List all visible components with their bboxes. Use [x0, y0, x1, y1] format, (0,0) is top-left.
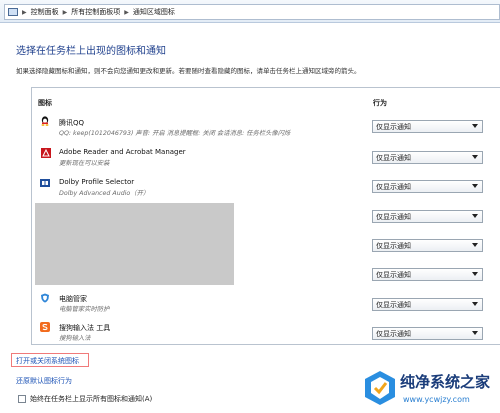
restore-default-behavior-link[interactable]: 还原默认图标行为	[16, 376, 72, 386]
breadcrumb-item-notification-icons[interactable]: 通知区域图标	[133, 7, 175, 17]
behavior-select-row-6[interactable]: 仅显示通知	[372, 268, 483, 281]
watermark: 纯净系统之家 www.ycwjzy.com	[363, 367, 497, 411]
column-header-icon: 图标	[38, 99, 52, 107]
control-panel-icon	[8, 8, 18, 16]
chevron-down-icon	[472, 214, 478, 218]
row-desc-sogou: 搜狗输入法	[59, 335, 91, 342]
breadcrumb-item-all-items[interactable]: 所有控制面板项	[71, 7, 120, 17]
row-desc-qq: QQ: keep(1012046793) 声音: 开启 消息提醒框: 关闭 会话…	[59, 130, 291, 137]
chevron-down-icon	[472, 243, 478, 247]
redacted-rows-area	[35, 203, 234, 285]
watermark-title: 纯净系统之家	[400, 373, 491, 391]
breadcrumb[interactable]: ▶ 控制面板 ▶ 所有控制面板项 ▶ 通知区域图标	[4, 4, 500, 20]
chevron-right-icon: ▶	[22, 8, 27, 16]
row-name-qq: 腾讯QQ	[59, 119, 85, 127]
behavior-select-qq[interactable]: 仅显示通知	[372, 120, 483, 133]
watermark-url: www.ycwjzy.com	[403, 395, 470, 404]
row-name-pc-manager: 电脑管家	[59, 295, 87, 303]
chevron-down-icon	[472, 124, 478, 128]
behavior-select-row-4[interactable]: 仅显示通知	[372, 210, 483, 223]
page-description: 如果选择隐藏图标和通知，则不会向您通知更改和更新。若要随时查看隐藏的图标，请单击…	[16, 67, 361, 75]
chevron-down-icon	[472, 184, 478, 188]
row-desc-adobe: 更新现在可以安装	[59, 160, 110, 167]
row-desc-pc-manager: 电脑管家实时防护	[59, 306, 110, 313]
chevron-down-icon	[472, 302, 478, 306]
always-show-all-label: 始终在任务栏上显示所有图标和通知(A)	[30, 395, 153, 403]
behavior-select-dolby[interactable]: 仅显示通知	[372, 180, 483, 193]
behavior-select-sogou[interactable]: 仅显示通知	[372, 327, 483, 340]
shield-icon	[41, 293, 49, 303]
row-name-dolby: Dolby Profile Selector	[59, 178, 135, 186]
row-name-sogou: 搜狗输入法 工具	[59, 324, 111, 332]
watermark-logo-icon	[365, 371, 395, 405]
sogou-icon	[40, 322, 50, 332]
chevron-down-icon	[472, 331, 478, 335]
qq-icon	[41, 116, 49, 126]
chevron-right-icon: ▶	[62, 8, 68, 16]
row-name-adobe: Adobe Reader and Acrobat Manager	[59, 148, 186, 156]
column-header-behavior: 行为	[373, 99, 387, 107]
chevron-down-icon	[472, 155, 478, 159]
behavior-select-pc-manager[interactable]: 仅显示通知	[372, 298, 483, 311]
toggle-system-icons-link[interactable]: 打开或关闭系统图标	[16, 356, 79, 366]
row-desc-dolby: Dolby Advanced Audio（开）	[59, 190, 150, 197]
page-title: 选择在任务栏上出现的图标和通知	[16, 46, 166, 57]
chevron-right-icon: ▶	[124, 8, 129, 16]
dolby-icon	[40, 179, 50, 187]
adobe-icon	[41, 148, 51, 158]
chevron-down-icon	[472, 272, 478, 276]
always-show-all-checkbox[interactable]	[18, 395, 26, 403]
address-bar[interactable]: ▶ 控制面板 ▶ 所有控制面板项 ▶ 通知区域图标	[0, 0, 500, 23]
behavior-select-row-5[interactable]: 仅显示通知	[372, 239, 483, 252]
breadcrumb-item-control-panel[interactable]: 控制面板	[31, 7, 59, 17]
behavior-select-adobe[interactable]: 仅显示通知	[372, 151, 483, 164]
